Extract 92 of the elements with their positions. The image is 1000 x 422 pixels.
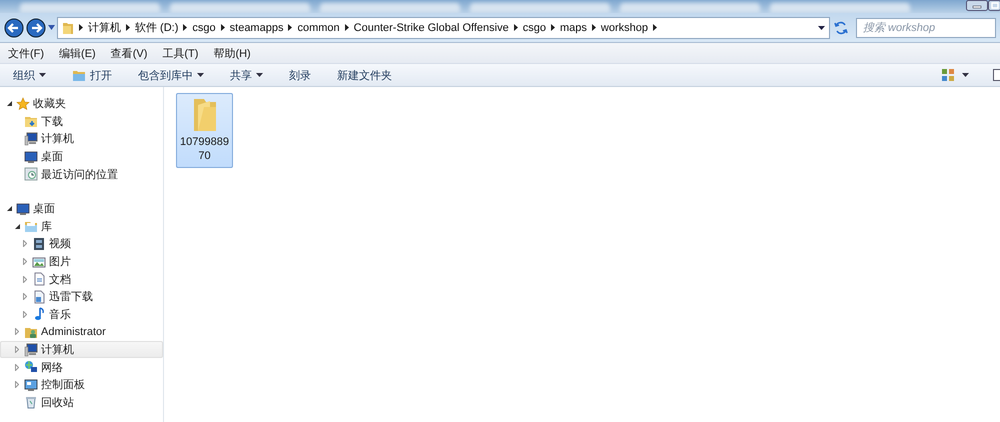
breadcrumb-link[interactable]: Counter-Strike Global Offensive — [354, 22, 509, 34]
expand-arrow-icon[interactable] — [15, 381, 19, 388]
toolbar-button[interactable]: 刻录 — [282, 65, 318, 85]
minimize-icon[interactable] — [966, 0, 988, 11]
tree-item[interactable]: 控制面板 — [0, 376, 163, 394]
chevron-icon[interactable] — [126, 24, 130, 31]
menu-item[interactable]: 帮助(H) — [207, 46, 257, 60]
breadcrumb-link[interactable]: 计算机 — [88, 20, 121, 35]
expand-arrow-icon[interactable] — [15, 346, 19, 354]
breadcrumb-link[interactable]: csgo — [192, 22, 216, 34]
computer-icon — [24, 342, 38, 357]
network-icon — [24, 360, 38, 374]
breadcrumb-link[interactable]: workshop — [600, 22, 648, 34]
caret-icon[interactable] — [818, 26, 825, 30]
breadcrumb-link[interactable]: steamapps — [230, 22, 284, 34]
caret-icon[interactable] — [256, 73, 263, 77]
tree-item[interactable]: 文档 — [0, 270, 163, 288]
breadcrumb-link[interactable]: maps — [560, 22, 587, 34]
tree-item[interactable]: 音乐 — [0, 306, 163, 324]
document-icon — [32, 272, 46, 286]
chevron-icon[interactable] — [514, 24, 518, 31]
tree-item[interactable]: 桌面 — [0, 200, 163, 218]
chevron-icon[interactable] — [183, 24, 188, 31]
recycle-bin-icon — [24, 395, 38, 410]
tree-item[interactable]: 库 — [0, 218, 163, 236]
breadcrumb-link[interactable]: common — [297, 22, 340, 34]
collapse-arrow-icon[interactable] — [6, 101, 12, 106]
folder-icon — [24, 114, 38, 128]
toolbar-menu-button[interactable]: 组织 — [6, 65, 53, 85]
tree-item[interactable]: 网络 — [0, 358, 163, 376]
expand-arrow-icon[interactable] — [15, 364, 19, 371]
picture-icon — [32, 254, 46, 269]
menu-item[interactable]: 编辑(E) — [53, 46, 102, 60]
toolbar-menu-button[interactable]: 共享 — [223, 65, 270, 85]
tree-item[interactable]: 图片 — [0, 252, 163, 270]
collapse-arrow-icon[interactable] — [6, 206, 12, 212]
menu-item[interactable]: 工具(T) — [156, 46, 204, 60]
menu-item[interactable]: 查看(V) — [104, 46, 154, 60]
expand-arrow-icon[interactable] — [23, 310, 27, 318]
folder-icon — [72, 68, 86, 82]
chevron-icon[interactable] — [79, 24, 83, 31]
button-label: 打开 — [90, 68, 112, 82]
tree-item[interactable]: 计算机 — [0, 340, 163, 358]
expand-arrow-icon[interactable] — [15, 328, 19, 336]
folder-item[interactable]: 1079988970 — [176, 93, 233, 168]
control-panel-icon — [24, 378, 38, 392]
chevron-icon[interactable] — [220, 24, 225, 31]
tree-item[interactable]: 迅雷下载 — [0, 288, 163, 306]
tree-item[interactable]: 视频 — [0, 235, 163, 253]
download-icon — [32, 290, 46, 304]
expand-arrow-icon[interactable] — [23, 293, 27, 300]
monitor-icon — [16, 202, 30, 216]
maximize-icon[interactable] — [988, 0, 1000, 11]
monitor-icon — [24, 150, 38, 164]
tree-item[interactable]: 回收站 — [0, 394, 163, 412]
caret-icon[interactable] — [962, 73, 969, 77]
chevron-icon[interactable] — [550, 24, 555, 31]
breadcrumb-link[interactable]: csgo — [522, 22, 546, 34]
search-field[interactable]: 搜索 workshop — [856, 18, 996, 38]
computer-icon — [24, 132, 38, 146]
caret-icon[interactable] — [197, 73, 204, 77]
open-button[interactable]: 打开 — [65, 65, 119, 85]
music-note-icon — [32, 307, 46, 322]
collapse-arrow-icon[interactable] — [14, 224, 20, 229]
recent-places-icon — [24, 167, 38, 182]
tree-item[interactable]: 收藏夹 — [0, 95, 163, 113]
star-icon — [16, 96, 30, 111]
toolbar-menu-button[interactable]: 包含到库中 — [131, 65, 211, 85]
back-button-icon[interactable] — [4, 18, 24, 38]
address-field[interactable]: 计算机 软件 (D:) csgo steamapps common Counter-Strike Global Offensive csgo maps workshop — [57, 16, 830, 38]
caret-icon[interactable] — [39, 73, 46, 77]
chevron-icon[interactable] — [592, 24, 596, 31]
preview-pane-icon[interactable] — [993, 69, 1000, 81]
chevron-icon[interactable] — [344, 24, 349, 31]
folder-icon — [62, 20, 74, 34]
film-icon — [32, 236, 46, 251]
library-folder-icon — [24, 219, 38, 234]
menu-item[interactable]: 文件(F) — [2, 46, 50, 60]
tree-item[interactable]: 计算机 — [0, 130, 163, 148]
toolbar-button[interactable]: 新建文件夹 — [330, 65, 399, 85]
view-options-icon[interactable] — [942, 69, 954, 81]
tree-item[interactable]: 桌面 — [0, 148, 163, 166]
tree-item[interactable]: 下载 — [0, 112, 163, 130]
tree-item[interactable]: Administrator — [0, 323, 163, 341]
breadcrumb-link[interactable]: 软件 (D:) — [135, 20, 178, 35]
forward-button-icon[interactable] — [26, 18, 46, 38]
chevron-icon[interactable] — [652, 24, 657, 31]
expand-arrow-icon[interactable] — [23, 276, 27, 283]
expand-arrow-icon[interactable] — [23, 258, 27, 266]
chevron-icon[interactable] — [288, 24, 292, 31]
tree-item[interactable]: 最近访问的位置 — [0, 165, 163, 183]
expand-arrow-icon[interactable] — [23, 240, 27, 248]
